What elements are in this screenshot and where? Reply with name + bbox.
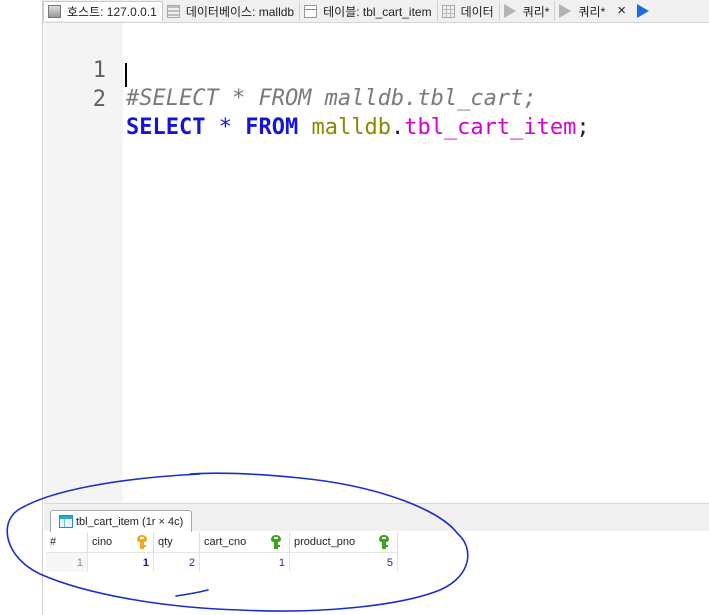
tab-data-label: 데이터	[460, 4, 494, 19]
sql-editor[interactable]: 1 #SELECT * FROM malldb.tbl_cart; 2 SELE…	[44, 23, 709, 503]
keyword-select: SELECT	[126, 115, 206, 140]
tab-table-label: 테이블: tbl_cart_item	[323, 4, 432, 19]
database-name: malldb	[311, 115, 391, 140]
column-header-label: product_pno	[294, 536, 356, 548]
text-cursor	[125, 63, 127, 87]
comment-text: #SELECT * FROM malldb.tbl_cart;	[126, 86, 537, 111]
result-tab-bar: tbl_cart_item (1r × 4c)	[44, 503, 709, 532]
column-header-label: cart_cno	[204, 536, 247, 548]
left-panel-strip	[0, 0, 43, 615]
column-header-label: #	[50, 536, 57, 548]
column-header-label: qty	[158, 536, 173, 548]
tab-query-1-label: 쿼리*	[522, 4, 550, 19]
close-tab-button[interactable]: ×	[610, 1, 633, 21]
play-icon	[559, 4, 572, 18]
tab-table[interactable]: 테이블: tbl_cart_item	[300, 1, 438, 21]
column-header[interactable]: qty	[154, 532, 200, 552]
cell-cart-cno[interactable]: 1	[200, 552, 290, 572]
table-icon	[304, 4, 318, 18]
database-icon	[166, 4, 180, 18]
column-header[interactable]: product_pno	[290, 532, 398, 552]
foreign-key-icon	[378, 535, 390, 549]
play-icon	[503, 4, 516, 18]
column-header[interactable]: #	[46, 532, 88, 552]
column-header-label: cino	[92, 536, 113, 548]
server-icon	[48, 5, 61, 18]
column-header[interactable]: cino	[88, 532, 154, 552]
code-statement: SELECT * FROM malldb.tbl_cart_item;	[126, 114, 590, 142]
tab-query-1[interactable]: 쿼리*	[500, 1, 556, 21]
cell-cino[interactable]: 1	[88, 552, 154, 572]
annotation-ellipse-tail	[175, 589, 209, 597]
foreign-key-icon	[270, 535, 282, 549]
tab-host[interactable]: 호스트: 127.0.0.1	[43, 1, 163, 21]
keyword-from: FROM	[245, 115, 299, 140]
operator-star: *	[218, 115, 232, 140]
row-number-cell[interactable]: 1	[46, 552, 88, 572]
result-tab-label: tbl_cart_item (1r × 4c)	[76, 515, 184, 528]
query-tab-bar: 호스트: 127.0.0.1 데이터베이스: malldb 테이블: tbl_c…	[43, 0, 709, 23]
tab-query-2-label: 쿼리*	[578, 4, 606, 19]
primary-key-icon	[136, 535, 148, 549]
tab-query-2[interactable]: 쿼리*	[555, 1, 610, 21]
code-line-1: 1 #SELECT * FROM malldb.tbl_cart;	[44, 29, 709, 111]
semicolon: ;	[576, 115, 590, 140]
column-header[interactable]: cart_cno	[200, 532, 290, 552]
table-name: tbl_cart_item	[404, 115, 577, 140]
result-tab[interactable]: tbl_cart_item (1r × 4c)	[50, 510, 193, 532]
tab-database-label: 데이터베이스: malldb	[185, 4, 295, 19]
tab-host-label: 호스트: 127.0.0.1	[67, 5, 157, 19]
tab-database[interactable]: 데이터베이스: malldb	[163, 1, 301, 21]
grid-icon	[441, 4, 455, 18]
code-line-2: 2 SELECT * FROM malldb.tbl_cart_item;	[44, 58, 709, 140]
line-number: 2	[92, 87, 106, 112]
tab-data[interactable]: 데이터	[438, 1, 500, 21]
dot-separator: .	[390, 115, 405, 140]
cell-product-pno[interactable]: 5	[290, 552, 398, 572]
run-query-icon[interactable]	[637, 4, 650, 18]
cell-qty[interactable]: 2	[154, 552, 200, 572]
result-table-icon	[59, 515, 73, 528]
